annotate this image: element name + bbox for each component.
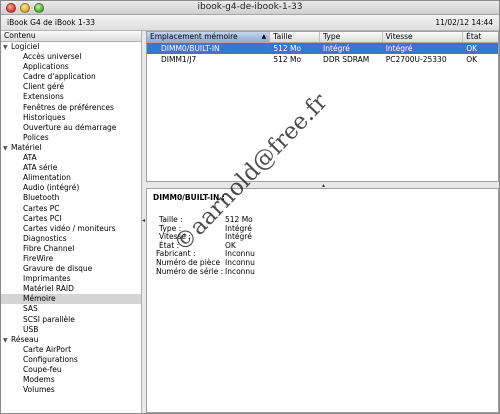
sidebar-item[interactable]: Cartes PC (1, 204, 141, 214)
sidebar-group-label: Réseau (11, 334, 39, 344)
sidebar-item[interactable]: Imprimantes (1, 274, 141, 284)
contents-tree: ▼ Logiciel Accès universel Applications Cadr… (1, 42, 141, 395)
table-row[interactable]: DIMM1/J7 512 Mo DDR SDRAM PC2700U-25330 … (147, 54, 498, 65)
sidebar-group-label: Logiciel (11, 42, 40, 51)
sidebar-item[interactable]: Volumes (1, 385, 141, 395)
sidebar-item[interactable]: Cartes vidéo / moniteurs (1, 224, 141, 234)
detail-field: État : OK (153, 241, 492, 251)
sidebar-item[interactable]: USB (1, 325, 141, 335)
sidebar-item[interactable]: ATA (1, 153, 141, 163)
sidebar-group[interactable]: ▼ Matériel (1, 143, 141, 153)
sidebar-item[interactable]: Diagnostics (1, 234, 141, 244)
splitter-arrow-icon: ◂ (142, 217, 146, 224)
detail-field-value: Inconnu (225, 266, 255, 276)
column-header-size[interactable]: Taille (270, 32, 320, 42)
column-header-speed[interactable]: Vitesse (383, 32, 464, 42)
cell-size: 512 Mo (273, 44, 302, 53)
sidebar-group[interactable]: ▼ Réseau (1, 335, 141, 345)
cell-status: OK (466, 55, 478, 64)
cell-type: Intégré (323, 44, 350, 53)
sidebar-item[interactable]: Accès universel (1, 52, 141, 62)
sidebar-item[interactable]: ATA série (1, 163, 141, 173)
table-row[interactable]: DIMM0/BUILT-IN 512 Mo Intégré Intégré OK (147, 43, 498, 54)
sidebar-item[interactable]: Coupe-feu (1, 365, 141, 375)
sidebar-item[interactable]: SCSI parallèle (1, 315, 141, 325)
sidebar-item[interactable]: Extensions (1, 92, 141, 102)
sidebar-item[interactable]: Ouverture au démarrage (1, 123, 141, 133)
sidebar-item[interactable]: SAS (1, 304, 141, 314)
detail-field-label: Numéro de série : (156, 266, 224, 276)
machine-name: iBook G4 de iBook 1-33 (7, 18, 96, 27)
report-date: 11/02/12 14:44 (435, 18, 493, 27)
title-bar[interactable]: ibook-g4-de-ibook-1-33 (1, 1, 499, 15)
sidebar-group[interactable]: ▼ Logiciel (1, 42, 141, 52)
cell-size: 512 Mo (273, 55, 302, 64)
sidebar-item[interactable]: Matériel RAID (1, 284, 141, 294)
cell-type: DDR SDRAM (323, 55, 370, 64)
detail-field: Numéro de série : Inconnu (153, 266, 492, 277)
cell-speed: Intégré (385, 44, 413, 53)
sidebar-item[interactable]: Mémoire (1, 294, 141, 305)
sidebar-group-label: Matériel (11, 142, 42, 152)
sidebar-item[interactable]: Cadre d'application (1, 72, 141, 82)
sidebar-item[interactable]: Applications (1, 62, 141, 72)
sort-ascending-icon: ▲ (261, 33, 267, 40)
disclosure-triangle-icon[interactable]: ▼ (3, 144, 11, 154)
sidebar-item[interactable]: Alimentation (1, 173, 141, 183)
cell-slot: DIMM0/BUILT-IN (161, 44, 220, 53)
detail-title: DIMM0/BUILT-IN : (153, 193, 225, 202)
info-bar: iBook G4 de iBook 1-33 11/02/12 14:44 (1, 15, 499, 31)
sidebar-item[interactable]: Polices (1, 133, 141, 143)
column-header-type[interactable]: Type (320, 32, 383, 42)
sidebar-header[interactable]: Contenu (1, 31, 141, 42)
disclosure-triangle-icon[interactable]: ▼ (3, 336, 11, 346)
sidebar-item[interactable]: Modems (1, 375, 141, 385)
table-header: Emplacement mémoire ▲ Taille Type Vitess… (147, 32, 498, 43)
sidebar-item[interactable]: Client géré (1, 82, 141, 92)
sidebar-item[interactable]: FireWire (1, 254, 141, 264)
column-header-slot[interactable]: Emplacement mémoire ▲ (147, 32, 271, 42)
sidebar-item[interactable]: Configurations (1, 355, 141, 365)
window-title: ibook-g4-de-ibook-1-33 (197, 2, 303, 12)
sidebar-item[interactable]: Fibre Channel (1, 244, 141, 254)
sidebar-item[interactable]: Historiques (1, 113, 141, 123)
sidebar-item[interactable]: Cartes PCI (1, 214, 141, 224)
column-header-status[interactable]: État (463, 32, 498, 42)
cell-slot: DIMM1/J7 (161, 55, 197, 64)
sidebar-item[interactable]: Audio (intégré) (1, 183, 141, 193)
disclosure-triangle-icon[interactable]: ▼ (3, 43, 11, 53)
system-profiler-window: ibook-g4-de-ibook-1-33 iBook G4 de iBook… (0, 0, 500, 414)
sidebar-item[interactable]: Carte AirPort (1, 345, 141, 355)
cell-status: OK (466, 44, 478, 53)
sidebar-item[interactable]: Fenêtres de préférences (1, 103, 141, 113)
sidebar-item[interactable]: Bluetooth (1, 193, 141, 203)
contents-sidebar[interactable]: Contenu ▼ Logiciel Accès universel Applicat… (1, 31, 142, 413)
sidebar-item[interactable]: Gravure de disque (1, 264, 141, 274)
cell-speed: PC2700U-25330 (385, 55, 447, 64)
